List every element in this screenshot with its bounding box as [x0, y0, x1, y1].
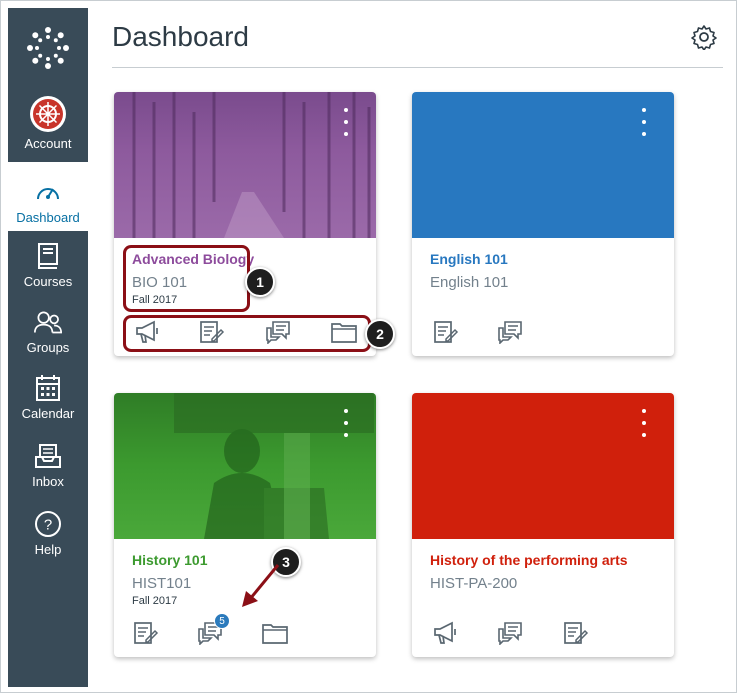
- course-card-code: HIST-PA-200: [430, 575, 518, 592]
- course-card-code: English 101: [430, 274, 509, 291]
- card-options-kebab-icon[interactable]: [340, 108, 352, 136]
- course-card-history-performing-arts[interactable]: History of the performing arts HIST-PA-2…: [412, 393, 674, 657]
- nav-account-label: Account: [24, 136, 72, 151]
- nav-account[interactable]: Account: [8, 96, 88, 151]
- course-card-history-101[interactable]: History 101 HIST101 Fall 2017 5: [114, 393, 376, 657]
- nav-groups-label: Groups: [26, 340, 70, 355]
- canvas-logo-icon[interactable]: [8, 8, 88, 88]
- unread-count-badge: 5: [214, 613, 230, 629]
- course-card-actions: 5: [114, 613, 376, 651]
- course-card-english-101[interactable]: English 101 English 101: [412, 92, 674, 356]
- callout-marker-1: 1: [245, 267, 275, 297]
- svg-text:?: ?: [44, 517, 52, 534]
- calendar-icon: [34, 374, 62, 402]
- files-icon[interactable]: [261, 619, 289, 647]
- nav-dashboard[interactable]: Dashboard: [8, 162, 88, 231]
- assignments-icon[interactable]: [132, 619, 160, 647]
- help-icon: ?: [34, 510, 62, 538]
- book-icon: [34, 242, 62, 270]
- course-card-actions: [412, 615, 674, 651]
- course-card-hero-color[interactable]: [412, 92, 674, 238]
- inbox-icon: [34, 442, 62, 470]
- nav-groups[interactable]: Groups: [8, 308, 88, 355]
- groups-icon: [34, 308, 62, 336]
- callout-marker-2: 2: [365, 319, 395, 349]
- course-card-term: Fall 2017: [132, 595, 178, 607]
- nav-calendar[interactable]: Calendar: [8, 374, 88, 421]
- window-frame: Account Dashboard Courses Groups Calenda: [0, 0, 737, 693]
- callout-highlight-card-actions: [123, 315, 371, 352]
- dashboard-options-gear-icon[interactable]: [690, 23, 718, 51]
- account-avatar: [30, 96, 66, 132]
- nav-inbox[interactable]: Inbox: [8, 442, 88, 489]
- nav-calendar-label: Calendar: [21, 406, 75, 421]
- course-card-hero-image[interactable]: [114, 92, 376, 238]
- discussions-icon[interactable]: 5: [196, 613, 230, 647]
- course-card-hero-color[interactable]: [412, 393, 674, 539]
- page-title: Dashboard: [112, 21, 249, 52]
- card-options-kebab-icon[interactable]: [638, 409, 650, 437]
- course-card-actions: [412, 314, 674, 350]
- course-card-code: HIST101: [132, 575, 192, 592]
- nav-dashboard-label: Dashboard: [16, 210, 80, 225]
- nav-courses-label: Courses: [23, 274, 73, 289]
- announcements-icon[interactable]: [432, 619, 460, 647]
- callout-highlight-card-info: [123, 245, 250, 312]
- nav-inbox-label: Inbox: [32, 474, 64, 489]
- callout-arrow: [242, 564, 280, 607]
- card-options-kebab-icon[interactable]: [638, 108, 650, 136]
- card-options-kebab-icon[interactable]: [340, 409, 352, 437]
- discussions-icon[interactable]: [496, 318, 524, 346]
- course-card-title[interactable]: History 101: [132, 552, 207, 568]
- course-card-title[interactable]: History of the performing arts: [430, 552, 628, 568]
- course-card-hero-image[interactable]: [114, 393, 376, 539]
- assignments-icon[interactable]: [562, 619, 590, 647]
- nav-help-label: Help: [34, 542, 62, 557]
- nav-courses[interactable]: Courses: [8, 242, 88, 289]
- discussions-icon[interactable]: [496, 619, 524, 647]
- global-navigation: Account Dashboard Courses Groups Calenda: [8, 8, 88, 687]
- nav-help[interactable]: ? Help: [8, 510, 88, 557]
- assignments-icon[interactable]: [432, 318, 460, 346]
- header-divider: [112, 67, 723, 68]
- speedometer-icon: [34, 178, 62, 206]
- course-card-title[interactable]: English 101: [430, 251, 508, 267]
